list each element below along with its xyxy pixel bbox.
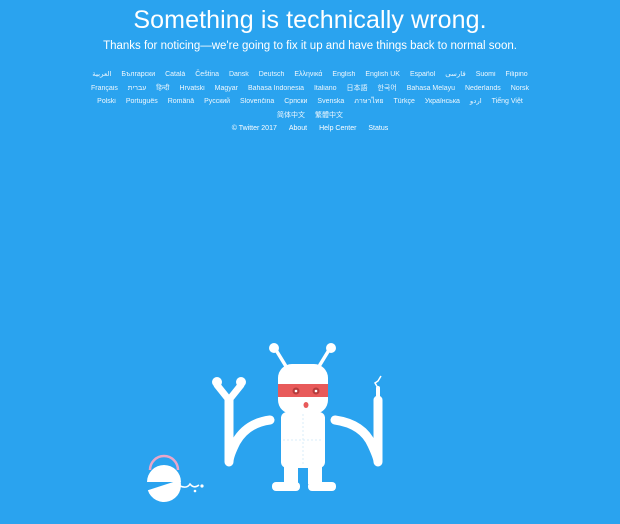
robot-legs-icon [272, 466, 336, 491]
robot-right-arm-icon [330, 375, 383, 467]
broken-robot-icon [147, 343, 383, 502]
robot-head-icon [278, 364, 328, 414]
robot-body-icon [281, 412, 325, 468]
robot-left-arm-icon [212, 377, 275, 467]
detached-hand-icon [147, 454, 204, 502]
